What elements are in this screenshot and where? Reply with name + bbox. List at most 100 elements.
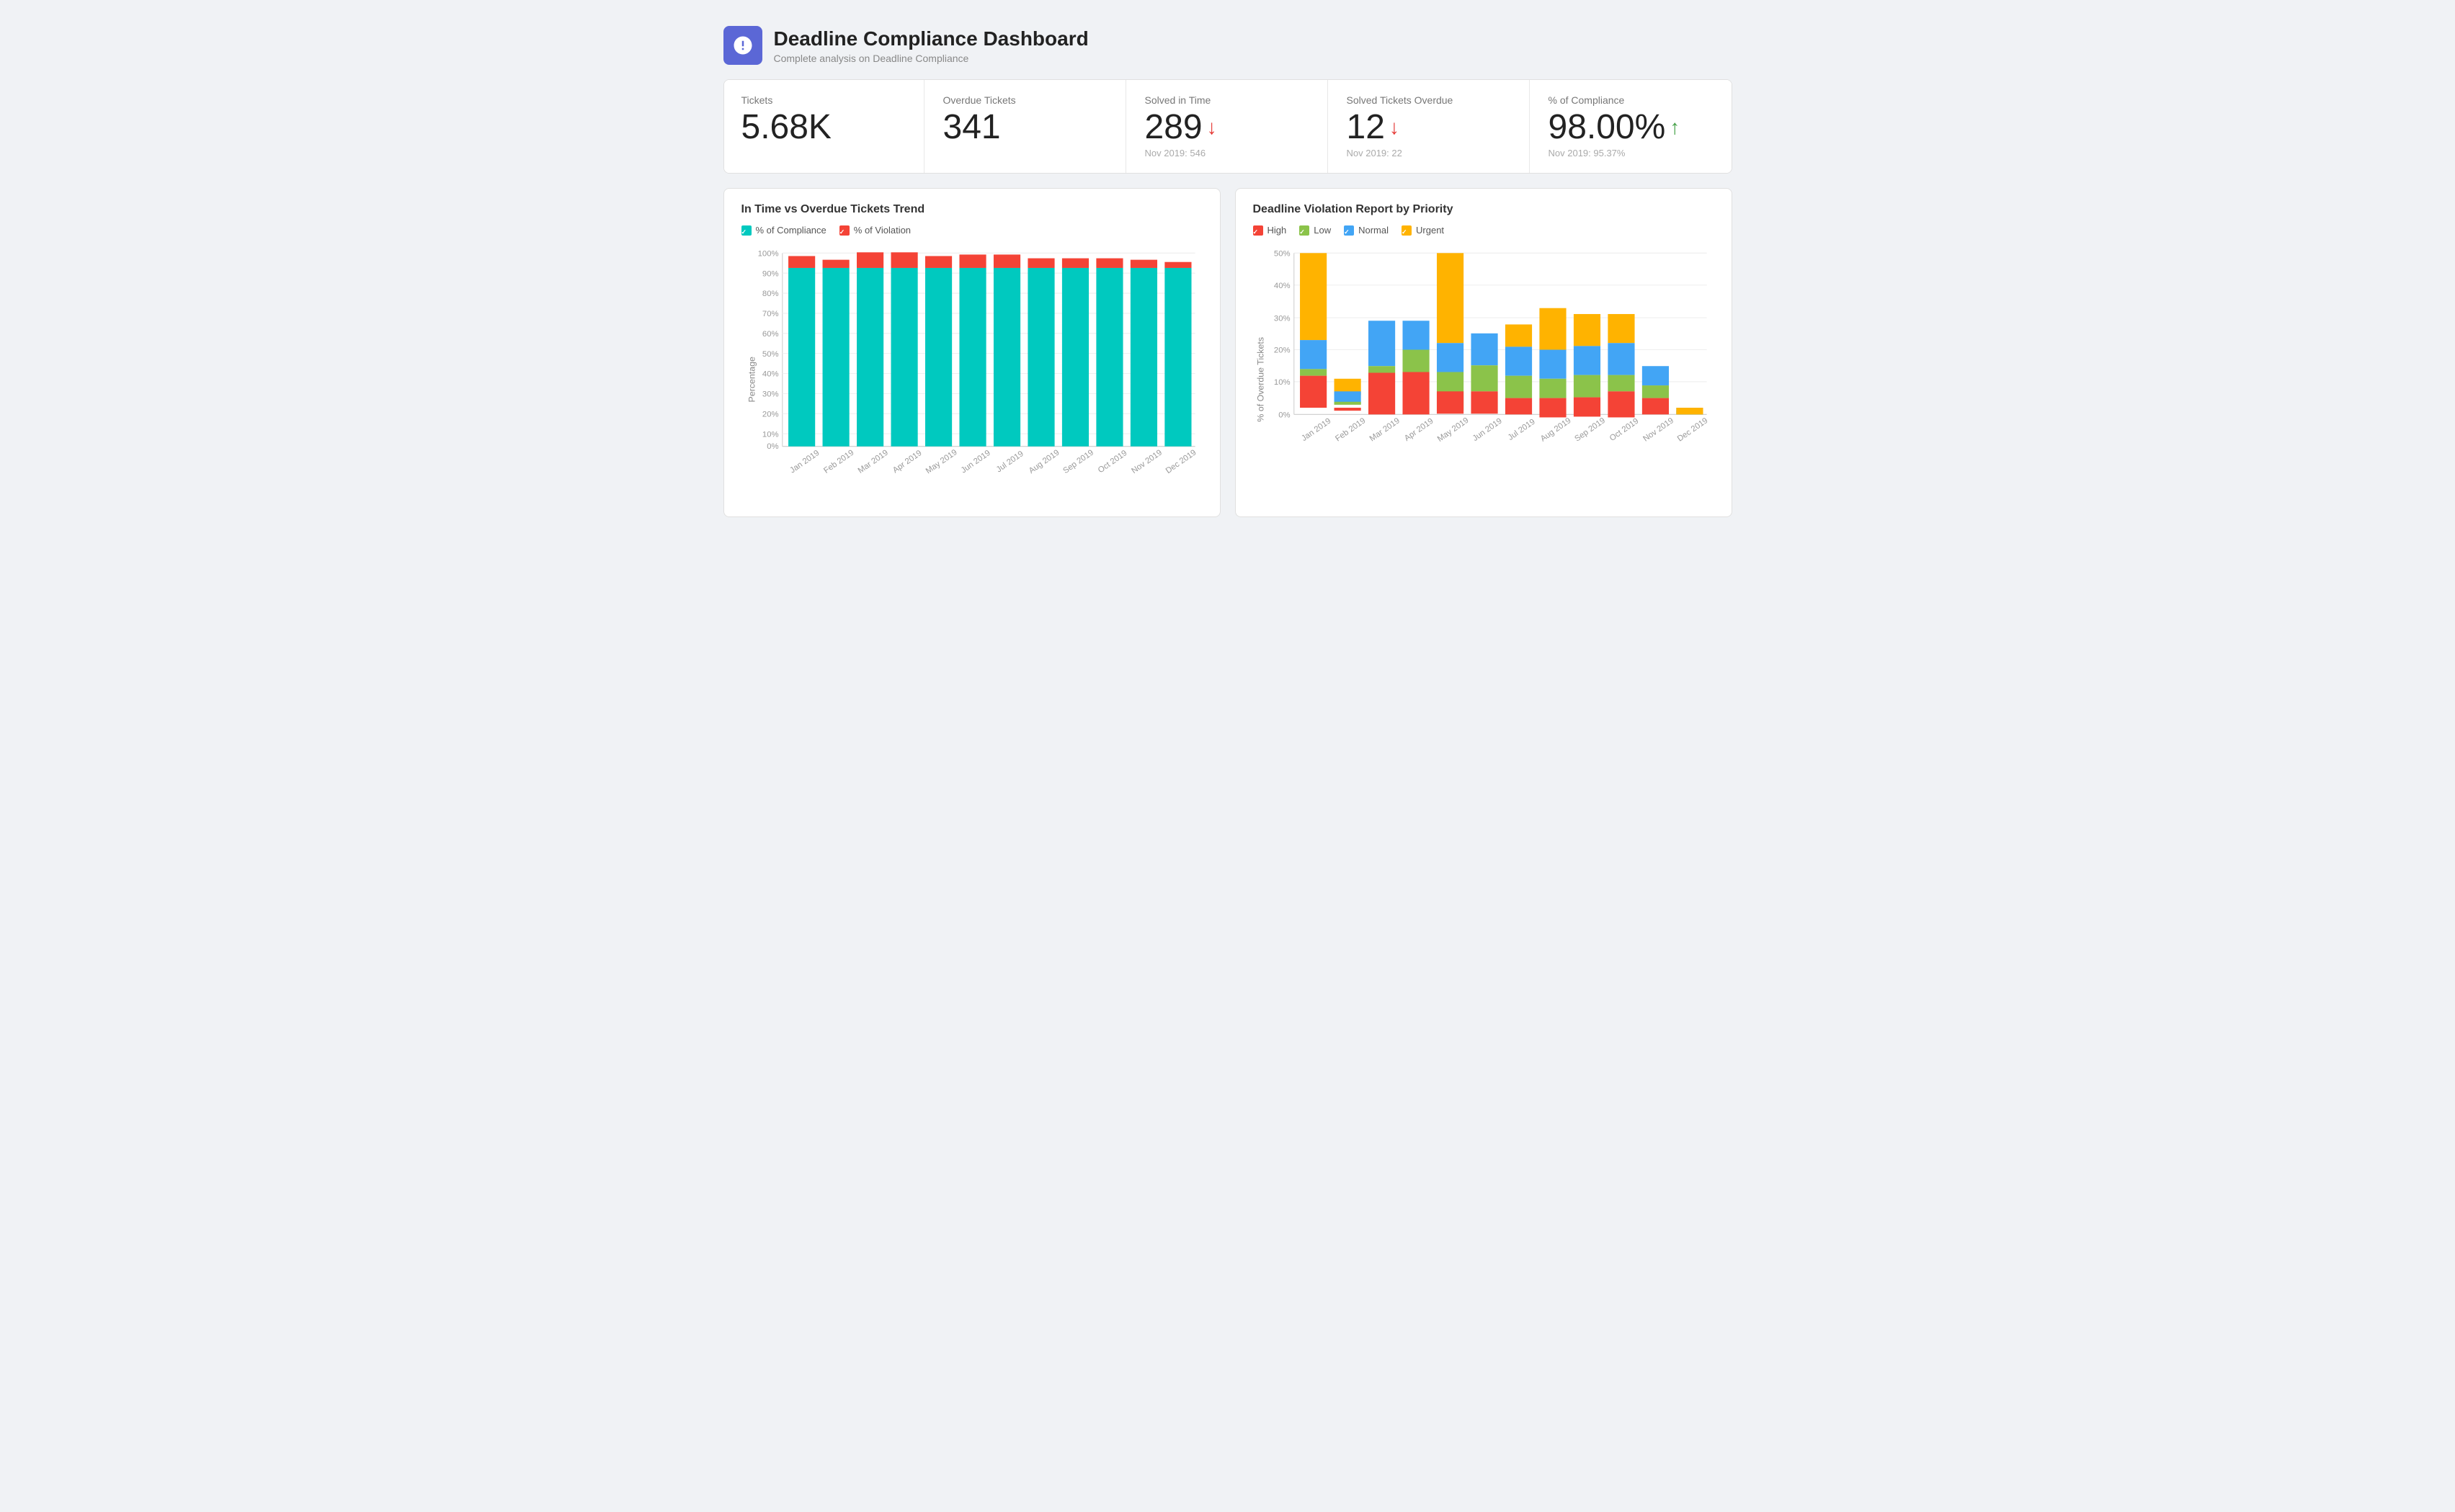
bar-feb-compliance [822,268,849,447]
svg-text:60%: 60% [762,330,778,339]
kpi-row: Tickets 5.68K Overdue Tickets 341 Solved… [723,79,1732,174]
bar-apr-violation [891,252,917,268]
page-title: Deadline Compliance Dashboard [774,27,1089,51]
svg-text:Aug 2019: Aug 2019 [1027,448,1061,475]
chart2-title: Deadline Violation Report by Priority [1253,203,1714,216]
svg-text:Oct 2019: Oct 2019 [1096,449,1128,475]
svg-text:100%: 100% [757,249,778,258]
svg-text:Nov 2019: Nov 2019 [1641,416,1675,444]
chart1-legend: ✓ % of Compliance ✓ % of Violation [741,225,1203,236]
svg-text:10%: 10% [762,430,778,439]
legend-low-label: Low [1314,225,1331,236]
charts-row: In Time vs Overdue Tickets Trend ✓ % of … [723,188,1732,517]
kpi-solved-time-value: 289 ↓ [1145,110,1310,145]
kpi-solved-time-arrow-down: ↓ [1207,117,1217,138]
svg-text:10%: 10% [1273,378,1290,387]
legend-low: ✓ Low [1299,225,1331,236]
svg-text:Sep 2019: Sep 2019 [1061,448,1095,475]
svg-text:30%: 30% [1273,314,1290,323]
legend-normal: ✓ Normal [1344,225,1389,236]
chart1-svg: Percentage 100% 90% 80% 70% [741,246,1203,498]
bar-aug-compliance [1028,268,1054,447]
legend-low-box: ✓ [1299,225,1309,236]
bar-apr-compliance [891,268,917,447]
kpi-solved-overdue-label: Solved Tickets Overdue [1347,94,1512,106]
kpi-solved-overdue-sub: Nov 2019: 22 [1347,148,1512,158]
bar-aug-violation [1028,259,1054,268]
chart-violation-priority: Deadline Violation Report by Priority ✓ … [1235,188,1732,517]
svg-text:50%: 50% [762,350,778,359]
kpi-solved-time-label: Solved in Time [1145,94,1310,106]
legend-violation-label: % of Violation [854,225,911,236]
bar-mar-compliance [857,268,883,447]
kpi-overdue: Overdue Tickets 341 [926,80,1126,173]
bar-jan-violation [788,256,815,268]
svg-text:20%: 20% [762,410,778,419]
legend-compliance-box: ✓ [741,225,752,236]
bar-jul-violation [993,254,1020,268]
bar-jan-compliance [788,268,815,447]
legend-high-label: High [1267,225,1287,236]
svg-text:50%: 50% [1273,249,1290,258]
chart2-legend: ✓ High ✓ Low ✓ Normal [1253,225,1714,236]
legend-violation: ✓ % of Violation [839,225,911,236]
svg-text:Dec 2019: Dec 2019 [1164,448,1198,475]
svg-text:0%: 0% [767,442,778,451]
svg-text:Jan 2019: Jan 2019 [1300,416,1332,443]
chart1-area: Percentage 100% 90% 80% 70% [741,246,1203,502]
kpi-compliance-value: 98.00% ↑ [1549,110,1714,145]
kpi-tickets-label: Tickets [741,94,906,106]
kpi-overdue-label: Overdue Tickets [943,94,1108,106]
svg-text:Jun 2019: Jun 2019 [959,449,992,475]
chart2-svg: % of Overdue Tickets 50% 40% 30% 20% [1253,246,1714,498]
kpi-solved-overdue-value: 12 ↓ [1347,110,1512,145]
page-subtitle: Complete analysis on Deadline Compliance [774,53,1089,64]
bar-may-compliance [924,268,951,447]
bar-nov-compliance [1130,268,1157,447]
svg-text:90%: 90% [762,269,778,278]
svg-text:Nov 2019: Nov 2019 [1130,448,1164,475]
svg-text:Mar 2019: Mar 2019 [1368,416,1401,443]
kpi-solved-time-sub: Nov 2019: 546 [1145,148,1310,158]
header-text: Deadline Compliance Dashboard Complete a… [774,27,1089,64]
bar-dec-violation [1164,262,1191,268]
kpi-solved-overdue-arrow-down: ↓ [1389,117,1399,138]
svg-text:Sep 2019: Sep 2019 [1573,416,1607,444]
chart1-y-title: Percentage [747,357,757,402]
svg-text:80%: 80% [762,290,778,298]
legend-compliance-label: % of Compliance [756,225,826,236]
legend-compliance: ✓ % of Compliance [741,225,826,236]
legend-high-box: ✓ [1253,225,1263,236]
legend-urgent: ✓ Urgent [1402,225,1444,236]
legend-high: ✓ High [1253,225,1287,236]
svg-text:70%: 70% [762,310,778,318]
svg-text:Mar 2019: Mar 2019 [856,449,889,475]
bar-jul-compliance [993,268,1020,447]
kpi-compliance-arrow-up: ↑ [1670,117,1680,138]
legend-urgent-label: Urgent [1416,225,1444,236]
bar-sep-violation [1061,259,1088,268]
svg-text:0%: 0% [1278,411,1290,419]
svg-text:30%: 30% [762,390,778,399]
legend-violation-box: ✓ [839,225,850,236]
bar-sep-compliance [1061,268,1088,447]
kpi-compliance: % of Compliance 98.00% ↑ Nov 2019: 95.37… [1531,80,1732,173]
chart-compliance-trend: In Time vs Overdue Tickets Trend ✓ % of … [723,188,1221,517]
svg-text:40%: 40% [1273,282,1290,290]
bar-feb-violation [822,260,849,268]
kpi-tickets: Tickets 5.68K [724,80,924,173]
chart1-title: In Time vs Overdue Tickets Trend [741,203,1203,216]
svg-text:Feb 2019: Feb 2019 [822,449,855,475]
svg-text:Dec 2019: Dec 2019 [1675,416,1709,444]
bar-dec-compliance [1164,268,1191,447]
svg-text:20%: 20% [1273,346,1290,355]
svg-text:Feb 2019: Feb 2019 [1334,416,1367,443]
svg-text:Aug 2019: Aug 2019 [1538,416,1572,444]
dashboard-icon [723,26,762,65]
svg-text:May 2019: May 2019 [1435,416,1470,444]
kpi-compliance-label: % of Compliance [1549,94,1714,106]
legend-normal-label: Normal [1358,225,1389,236]
svg-text:Jan 2019: Jan 2019 [788,449,821,475]
svg-text:Jul 2019: Jul 2019 [1506,418,1536,442]
kpi-solved-overdue: Solved Tickets Overdue 12 ↓ Nov 2019: 22 [1329,80,1530,173]
